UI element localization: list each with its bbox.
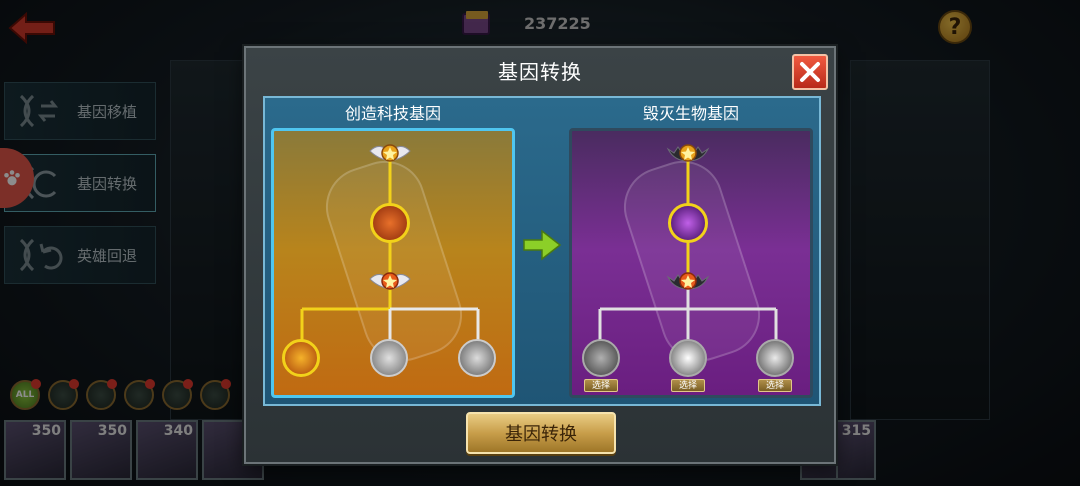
gene-convert-dialog: 基因转换 创造科技基因 毁灭生物基因 选择 选择 选择 基因转换 [244,46,836,464]
close-button[interactable] [792,54,828,90]
rank-bat-wing-badge-icon [666,144,710,162]
close-icon [800,62,820,82]
armor-skill-icon[interactable] [582,339,620,377]
rank-wing-badge-icon [369,144,411,162]
select-button[interactable]: 选择 [671,379,705,392]
dialog-title: 基因转换 [498,60,582,84]
target-gene-title: 毁灭生物基因 [642,104,739,123]
convert-arrow-icon [523,229,562,261]
claw-skill-icon[interactable] [458,339,496,377]
gene-compare-frame: 创造科技基因 毁灭生物基因 选择 选择 选择 [263,96,821,406]
gene-core-skill-icon[interactable] [668,203,708,243]
gene-core-skill-icon[interactable] [370,203,410,243]
target-gene-panel: 选择 选择 选择 [569,128,813,398]
gene-convert-button[interactable]: 基因转换 [466,412,616,454]
rank-bat-wing-badge-icon [666,272,710,290]
rank-wing-badge-icon [369,272,411,290]
orb-skill-icon[interactable] [756,339,794,377]
source-gene-title: 创造科技基因 [344,104,441,123]
select-button[interactable]: 选择 [758,379,792,392]
smoke-skill-icon[interactable] [370,339,408,377]
fire-skill-icon[interactable] [282,339,320,377]
select-button[interactable]: 选择 [584,379,618,392]
source-gene-panel [271,128,515,398]
burst-skill-icon[interactable] [669,339,707,377]
